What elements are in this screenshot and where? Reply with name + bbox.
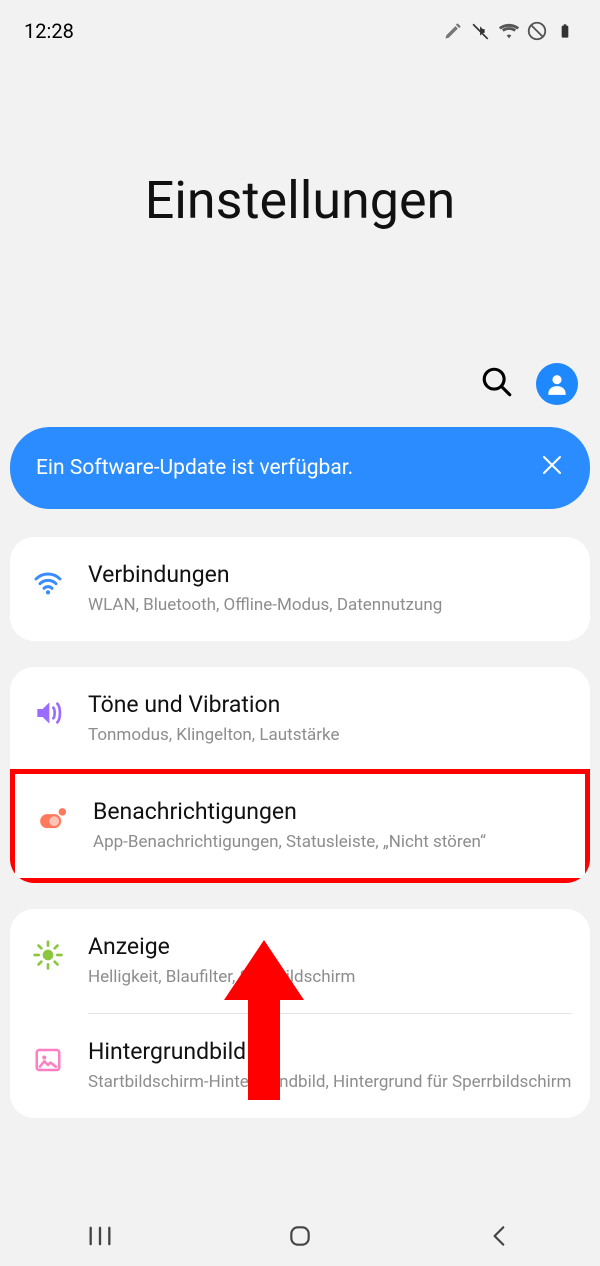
highlight-annotation: Benachrichtigungen App-Benachrichtigungen… — [10, 769, 590, 883]
close-icon[interactable] — [540, 453, 564, 483]
row-text: Anzeige Helligkeit, Blaufilter, Startbild… — [88, 933, 572, 989]
settings-card: Verbindungen WLAN, Bluetooth, Offline-Mod… — [10, 537, 590, 641]
row-subtitle: App-Benachrichtigungen, Statusleiste, „N… — [93, 831, 567, 854]
status-icons — [442, 20, 576, 42]
mute-icon — [470, 20, 492, 42]
row-subtitle: Startbildschirm-Hintergrundbild, Hinterg… — [88, 1071, 572, 1094]
account-button[interactable] — [536, 363, 578, 405]
settings-row-wifi[interactable]: Verbindungen WLAN, Bluetooth, Offline-Mod… — [10, 537, 590, 641]
page-title: Einstellungen — [0, 170, 600, 231]
wall-icon — [28, 1040, 68, 1080]
update-banner[interactable]: Ein Software-Update ist verfügbar. — [10, 427, 590, 509]
row-title: Hintergrundbild — [88, 1038, 572, 1065]
row-text: Hintergrundbild Startbildschirm-Hintergru… — [88, 1038, 572, 1094]
home-button[interactable] — [284, 1220, 316, 1252]
back-button[interactable] — [484, 1220, 516, 1252]
row-text: Töne und Vibration Tonmodus, Klingelton, … — [88, 691, 572, 747]
settings-list: Verbindungen WLAN, Bluetooth, Offline-Mod… — [0, 537, 600, 1154]
wifi-icon — [28, 563, 68, 603]
settings-row-notif[interactable]: Benachrichtigungen App-Benachrichtigungen… — [15, 774, 585, 878]
bright-icon — [28, 935, 68, 975]
sound-icon — [28, 693, 68, 733]
toolbar — [0, 351, 600, 423]
wifi-icon — [498, 20, 520, 42]
recents-button[interactable] — [84, 1220, 116, 1252]
row-subtitle: Helligkeit, Blaufilter, Startbildschirm — [88, 966, 572, 989]
row-subtitle: Tonmodus, Klingelton, Lautstärke — [88, 724, 572, 747]
update-text: Ein Software-Update ist verfügbar. — [36, 456, 353, 480]
settings-row-bright[interactable]: Anzeige Helligkeit, Blaufilter, Startbild… — [10, 909, 590, 1013]
row-title: Anzeige — [88, 933, 572, 960]
header: Einstellungen — [0, 50, 600, 351]
row-subtitle: WLAN, Bluetooth, Offline-Modus, Datennut… — [88, 594, 572, 617]
notif-icon — [33, 800, 73, 840]
settings-card: Anzeige Helligkeit, Blaufilter, Startbild… — [10, 909, 590, 1118]
settings-card: Töne und Vibration Tonmodus, Klingelton, … — [10, 667, 590, 883]
settings-row-wall[interactable]: Hintergrundbild Startbildschirm-Hintergru… — [10, 1014, 590, 1118]
row-title: Benachrichtigungen — [93, 798, 567, 825]
row-text: Verbindungen WLAN, Bluetooth, Offline-Mod… — [88, 561, 572, 617]
status-time: 12:28 — [24, 19, 74, 43]
navigation-bar — [0, 1206, 600, 1266]
battery-icon — [554, 20, 576, 42]
row-title: Töne und Vibration — [88, 691, 572, 718]
status-bar: 12:28 — [0, 0, 600, 50]
search-button[interactable] — [480, 365, 514, 403]
row-text: Benachrichtigungen App-Benachrichtigungen… — [93, 798, 567, 854]
block-icon — [526, 20, 548, 42]
pencil-icon — [442, 20, 464, 42]
row-title: Verbindungen — [88, 561, 572, 588]
settings-row-sound[interactable]: Töne und Vibration Tonmodus, Klingelton, … — [10, 667, 590, 771]
